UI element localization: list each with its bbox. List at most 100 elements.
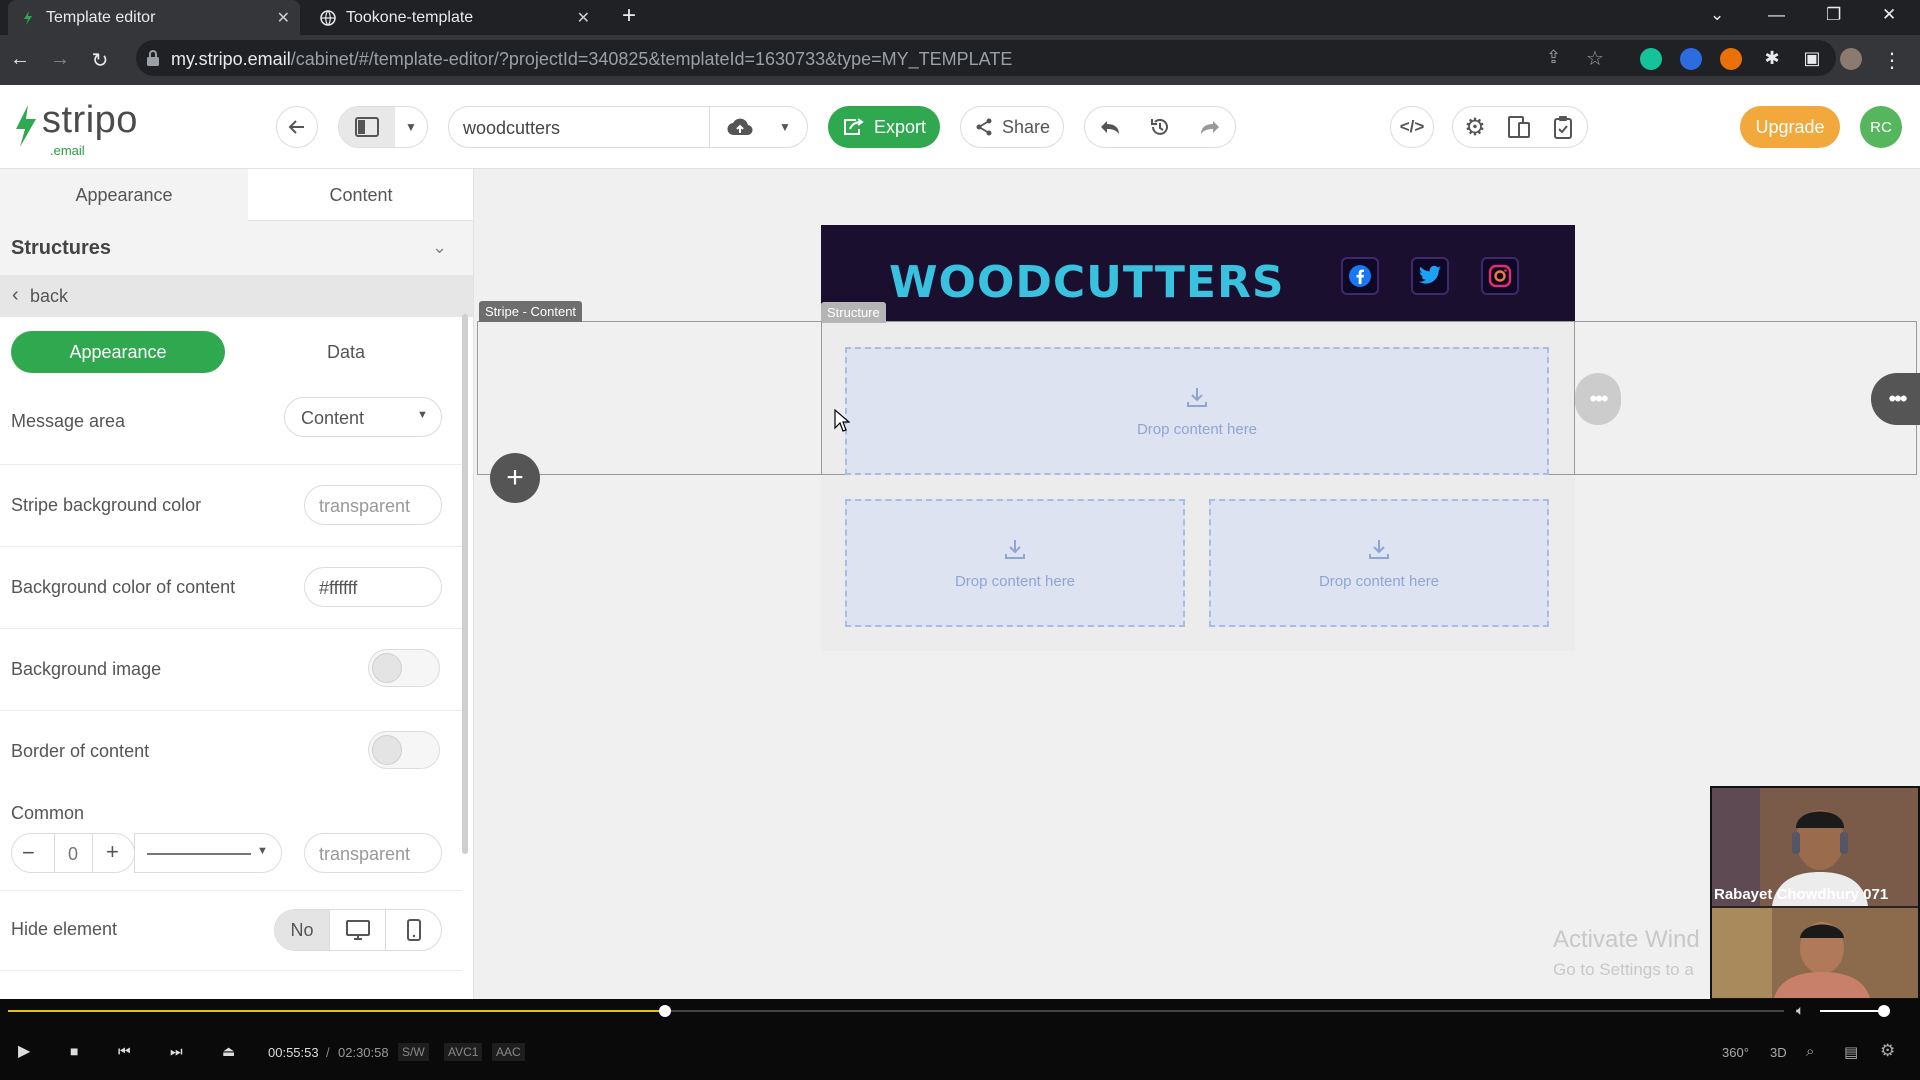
border-toggle[interactable] xyxy=(368,731,440,769)
settings-button[interactable]: ⚙ xyxy=(1453,107,1497,147)
stripe-more-options-button[interactable]: ••• xyxy=(1871,373,1920,425)
subtab-appearance[interactable]: Appearance xyxy=(11,331,225,373)
back-button[interactable] xyxy=(276,106,318,148)
seek-bar[interactable] xyxy=(8,1005,1784,1017)
email-canvas: WOODCUTTERS Stripe - Content Structure D… xyxy=(475,169,1920,999)
content-background-color-field[interactable]: #ffffff xyxy=(304,567,442,607)
layout-dropdown-button[interactable]: ▼ xyxy=(395,107,427,147)
drop-zone-text: Drop content here xyxy=(1136,421,1258,438)
template-name-input[interactable]: woodcutters xyxy=(463,118,560,139)
reload-icon[interactable]: ↻ xyxy=(88,48,112,72)
sidebar-scrollbar[interactable] xyxy=(462,314,468,854)
hide-desktop-button[interactable] xyxy=(329,910,385,950)
drop-zone-text: Drop content here xyxy=(954,573,1076,590)
tab-tookone-template[interactable]: Tookone-template ✕ xyxy=(308,0,600,35)
chevron-down-icon: ⌄ xyxy=(432,237,448,257)
preview-button[interactable] xyxy=(1497,107,1541,147)
more-dots-icon: ••• xyxy=(1589,386,1608,411)
instagram-icon[interactable] xyxy=(1481,257,1519,295)
upgrade-button[interactable]: Upgrade xyxy=(1740,106,1840,148)
minimize-icon[interactable]: — xyxy=(1768,5,1785,25)
close-tab-icon[interactable]: ✕ xyxy=(577,8,590,28)
back-arrow-icon[interactable]: ← xyxy=(8,48,32,72)
seek-thumb[interactable] xyxy=(659,1005,672,1017)
puzzle-extensions-icon[interactable]: ✱ xyxy=(1760,48,1784,72)
tab-content[interactable]: Content xyxy=(248,169,473,221)
tab-label: Content xyxy=(329,184,393,205)
upgrade-label: Upgrade xyxy=(1755,116,1825,137)
code-editor-button[interactable]: </> xyxy=(1390,106,1434,148)
background-image-toggle[interactable] xyxy=(368,649,440,687)
toggle-knob xyxy=(372,653,402,683)
hide-mobile-button[interactable] xyxy=(385,910,441,950)
solid-line-icon xyxy=(147,853,251,855)
volume-slider[interactable] xyxy=(1820,1005,1890,1017)
3d-button[interactable]: 3D xyxy=(1770,1045,1787,1060)
side-panel-icon[interactable]: ▣ xyxy=(1800,48,1824,72)
bookmark-star-icon[interactable]: ☆ xyxy=(1586,46,1604,71)
eject-icon[interactable]: ⏏︎ xyxy=(222,1043,235,1060)
border-width-value[interactable]: 0 xyxy=(68,844,78,865)
url-text: my.stripo.email/cabinet/#/template-edito… xyxy=(171,49,1012,70)
structure-more-options-button[interactable]: ••• xyxy=(1575,373,1621,425)
caret-down-icon[interactable]: ▼ xyxy=(779,120,791,134)
stop-icon[interactable]: ■ xyxy=(70,1043,78,1059)
zoom-search-icon[interactable]: ⌕ xyxy=(1806,1043,1814,1060)
grammarly-extension-icon[interactable] xyxy=(1640,48,1662,70)
stripe-background-color-field[interactable]: transparent xyxy=(304,485,442,525)
border-style-select[interactable]: ▼ xyxy=(134,833,282,873)
minus-icon[interactable]: − xyxy=(22,840,35,866)
drop-zone[interactable]: Drop content here xyxy=(845,499,1185,627)
email-header-block[interactable]: WOODCUTTERS xyxy=(821,225,1575,321)
export-button[interactable]: Export xyxy=(828,106,940,148)
facebook-icon[interactable] xyxy=(1341,257,1379,295)
player-settings-icon[interactable]: ⚙ xyxy=(1880,1041,1895,1061)
redo-button[interactable] xyxy=(1185,107,1235,147)
drop-zone[interactable]: Drop content here xyxy=(845,347,1549,475)
border-color-field[interactable]: transparent xyxy=(304,833,442,873)
more-menu-icon[interactable]: ⋮ xyxy=(1880,48,1904,72)
profile-avatar-icon[interactable] xyxy=(1840,48,1862,70)
back-link[interactable]: ‹ back xyxy=(0,275,473,317)
playlist-icon[interactable]: ▤ xyxy=(1844,1043,1858,1061)
volume-icon[interactable]: 🔈︎ xyxy=(1796,1002,1804,1019)
close-window-icon[interactable]: ✕ xyxy=(1882,5,1896,25)
twitter-icon[interactable] xyxy=(1411,257,1449,295)
tab-search-icon[interactable]: ⌄ xyxy=(1710,5,1724,25)
download-tray-icon xyxy=(1005,540,1025,559)
cloud-upload-icon[interactable] xyxy=(727,117,753,137)
tab-template-editor[interactable]: Template editor ✕ xyxy=(8,0,300,35)
share-button[interactable]: Share xyxy=(960,106,1064,148)
url-field[interactable]: my.stripo.email/cabinet/#/template-edito… xyxy=(136,40,1836,76)
tab-appearance[interactable]: Appearance xyxy=(0,169,248,221)
hide-none-button[interactable]: No xyxy=(275,910,329,950)
volume-thumb[interactable] xyxy=(1878,1005,1890,1017)
user-avatar[interactable]: RC xyxy=(1860,106,1902,148)
undo-button[interactable] xyxy=(1085,107,1135,147)
version-history-button[interactable] xyxy=(1135,107,1185,147)
message-area-select[interactable]: Content ▼ xyxy=(284,397,442,437)
extension-icon[interactable] xyxy=(1680,48,1702,70)
test-button[interactable] xyxy=(1541,107,1585,147)
layout-toggle-button[interactable] xyxy=(339,107,395,147)
restore-icon[interactable]: ❐ xyxy=(1826,5,1841,25)
message-area-row: Message area Content ▼ xyxy=(0,389,462,465)
stripe-label: Stripe - Content xyxy=(479,301,583,322)
total-time: 02:30:58 xyxy=(338,1045,389,1060)
play-icon[interactable]: ▶ xyxy=(18,1041,30,1061)
plus-icon[interactable]: + xyxy=(106,839,119,865)
previous-icon[interactable]: ⏮︎ xyxy=(118,1043,131,1060)
mouse-cursor-icon xyxy=(834,409,850,432)
back-label: back xyxy=(30,286,69,306)
add-stripe-button[interactable]: + xyxy=(490,453,540,503)
new-tab-icon[interactable]: + xyxy=(622,2,636,30)
vr-360-button[interactable]: 360° xyxy=(1722,1045,1749,1060)
structures-header[interactable]: Structures ⌄ xyxy=(0,221,473,275)
share-page-icon[interactable]: ⇪ xyxy=(1546,47,1561,68)
subtab-data[interactable]: Data xyxy=(239,331,453,373)
close-tab-icon[interactable]: ✕ xyxy=(277,8,290,28)
forward-arrow-icon[interactable]: → xyxy=(48,48,72,72)
extension-icon[interactable] xyxy=(1720,48,1742,70)
next-icon[interactable]: ⏭︎ xyxy=(170,1043,183,1060)
drop-zone[interactable]: Drop content here xyxy=(1209,499,1549,627)
